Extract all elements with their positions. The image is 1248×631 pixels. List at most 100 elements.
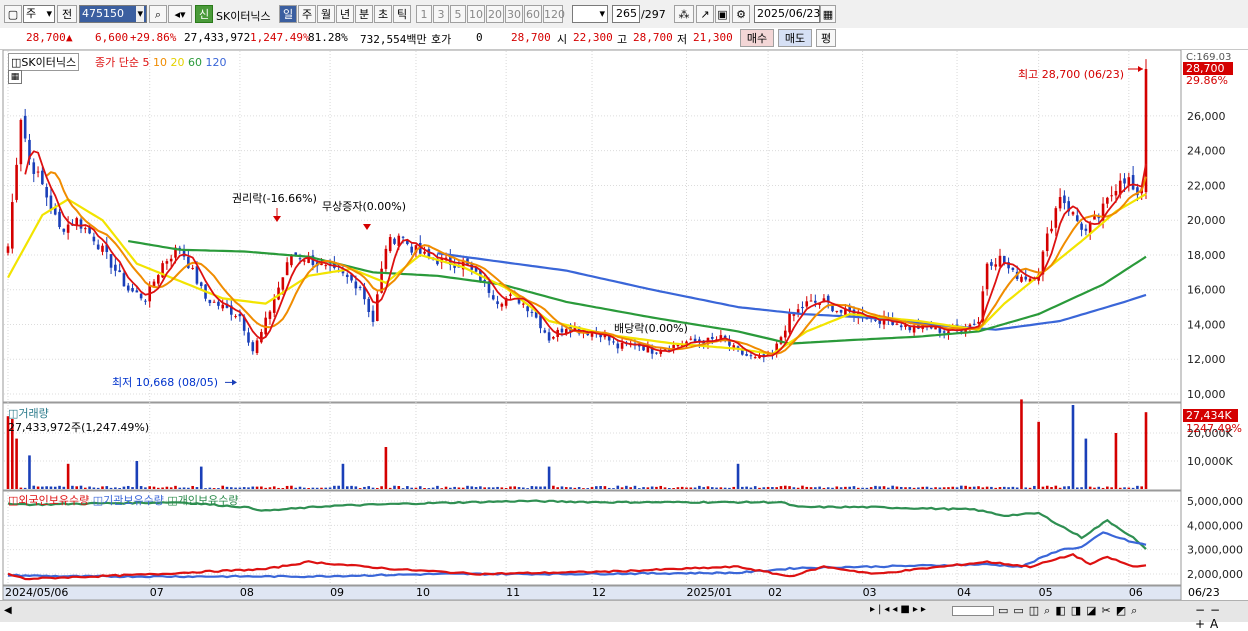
scroll-left-icon[interactable]: ◀ [4, 605, 12, 616]
buy-button[interactable]: 매수 [740, 29, 774, 47]
interval-tab-4[interactable]: 20 [486, 5, 504, 23]
volume-bar [586, 488, 590, 489]
legend-ma10: 10 [152, 56, 167, 69]
candle-body [1045, 233, 1049, 252]
volume-bar [818, 486, 821, 489]
volume-bar [1045, 485, 1049, 489]
data-count-input[interactable]: 265 [612, 5, 640, 23]
volume-bar [148, 486, 152, 489]
volume-bar [582, 488, 585, 489]
y-tick-label: 10,000 [1187, 388, 1226, 401]
open-price: 22,300 [573, 31, 613, 44]
candle-body [1020, 276, 1023, 282]
volume-bar [1041, 486, 1045, 489]
period-tab-4[interactable]: 분 [355, 5, 373, 23]
volume-bar [522, 487, 525, 489]
volume-bar [526, 488, 529, 489]
trade-amount: 732,554백만 [360, 33, 427, 46]
candle-body [522, 303, 525, 305]
volume-bar [947, 487, 950, 489]
volume-bar [543, 486, 547, 489]
period-tab-0[interactable]: 일 [279, 5, 297, 23]
x-tick-label: 12 [592, 586, 606, 599]
tool-icon[interactable]: ↗ [696, 5, 714, 23]
grid-icon[interactable]: ⁂ [674, 5, 694, 23]
volume-bar [749, 487, 753, 489]
chart-scrollbar[interactable]: ◀ ▸|◂◂■▸▸ ▭▭◫⌕◧◨◪✂◩⌕ −−+A [0, 600, 1248, 631]
volume-bar [350, 485, 353, 489]
sell-button[interactable]: 매도 [778, 29, 812, 47]
price-info-bar: 28,700 ▲ 6,600 +29.86% 27,433,972 1,247.… [0, 28, 1248, 50]
search-icon[interactable]: ⌕ [149, 5, 167, 23]
x-tick-label: 08 [240, 586, 254, 599]
volume-bar [994, 487, 997, 489]
stock-code-input[interactable]: 475150 ▾ [79, 5, 147, 23]
volume-bar [449, 487, 452, 489]
last-volume-tag: 27,434K [1183, 409, 1238, 422]
interval-tab-0[interactable]: 1 [416, 5, 432, 23]
candle-body [491, 295, 495, 300]
candle-body [36, 171, 40, 173]
period-tab-5[interactable]: 초 [374, 5, 392, 23]
interval-tab-1[interactable]: 3 [433, 5, 449, 23]
volume-bar [307, 488, 310, 489]
volume-bar [1110, 487, 1113, 489]
window-icon[interactable]: ▢ [4, 5, 22, 23]
zoom-controls[interactable]: −−+A [1195, 603, 1248, 631]
volume-bar [1118, 487, 1122, 489]
save-icon[interactable]: ▣ [715, 5, 730, 23]
candle-body [526, 306, 529, 312]
volume-bar [1114, 433, 1118, 489]
volume-bar [431, 487, 435, 489]
period-tab-3[interactable]: 년 [336, 5, 354, 23]
volume-bar [58, 485, 61, 489]
volume-bar [1088, 486, 1092, 489]
volume-bar [187, 487, 190, 489]
candle-body [655, 352, 658, 354]
y-tick-label: 18,000 [1187, 249, 1226, 262]
candle-body [255, 340, 259, 353]
interval-tab-5[interactable]: 30 [505, 5, 523, 23]
table-icon[interactable]: ▦ [8, 70, 22, 84]
interval-tab-6[interactable]: 60 [524, 5, 542, 23]
candle-body [745, 354, 748, 356]
period-tab-2[interactable]: 월 [317, 5, 335, 23]
speaker-icon[interactable]: ◂▾ [168, 5, 192, 23]
volume-bar [809, 487, 813, 489]
playback-controls[interactable]: ▸|◂◂■▸▸ [870, 604, 929, 615]
period-tab-1[interactable]: 주 [298, 5, 316, 23]
legend-ma20: 20 [170, 56, 185, 69]
volume-bar [376, 487, 379, 489]
period-tab-6[interactable]: 틱 [393, 5, 411, 23]
volume-bar [908, 487, 912, 489]
volume-bar [114, 487, 117, 489]
volume-bar [796, 487, 800, 489]
volume-bar [1140, 486, 1144, 489]
volume-bar [672, 488, 675, 489]
volume-bar [629, 487, 632, 489]
calendar-icon[interactable]: ▦ [820, 5, 836, 23]
zoom-slider[interactable] [952, 606, 994, 616]
candle-body [169, 258, 173, 262]
eval-button[interactable]: 평 [816, 29, 836, 47]
date-input[interactable]: 2025/06/23 [754, 5, 820, 23]
interval-tab-3[interactable]: 10 [467, 5, 485, 23]
view-tools[interactable]: ▭▭◫⌕◧◨◪✂◩⌕ [998, 604, 1142, 618]
volume-bar [878, 486, 882, 489]
candle-body [79, 219, 83, 229]
candle-body [139, 293, 143, 299]
candle-body [118, 270, 121, 273]
prev-button[interactable]: 전 [57, 5, 77, 23]
gear-icon[interactable]: ⚙ [732, 5, 750, 23]
x-tick-label: 2024/05/06 [5, 586, 68, 599]
custom-interval-select[interactable]: ▾ [572, 5, 608, 23]
market-type-select[interactable]: 주 ▾ [23, 5, 55, 23]
interval-tab-2[interactable]: 5 [450, 5, 466, 23]
volume-bar [320, 487, 323, 489]
volume-bar [534, 486, 538, 489]
volume-bar [655, 486, 658, 489]
volume-bar [406, 486, 409, 489]
volume-bar [260, 486, 263, 489]
interval-tab-7[interactable]: 120 [543, 5, 565, 23]
volume-bar [418, 486, 422, 489]
